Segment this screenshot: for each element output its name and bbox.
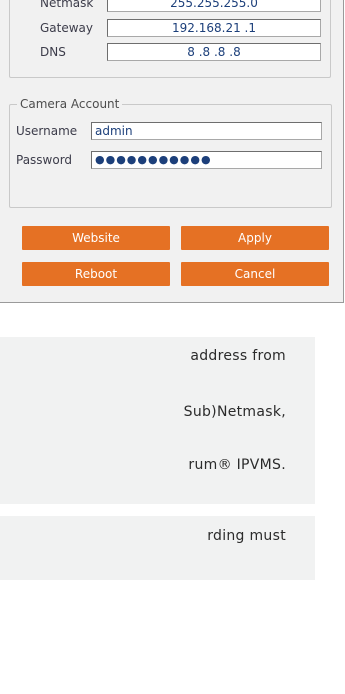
netmask-label: Netmask bbox=[40, 0, 94, 10]
cancel-button[interactable]: Cancel bbox=[181, 262, 329, 286]
dns-field[interactable]: 8 .8 .8 .8 bbox=[107, 43, 321, 61]
camera-account-title: Camera Account bbox=[17, 97, 123, 111]
username-label: Username bbox=[16, 124, 78, 138]
doc-line-4: rding must bbox=[207, 528, 286, 544]
document-note-block-2: rding must bbox=[0, 516, 315, 580]
username-field[interactable]: admin bbox=[91, 122, 322, 140]
doc-line-2: Sub)Netmask, bbox=[183, 404, 286, 420]
dns-label: DNS bbox=[40, 45, 66, 59]
camera-settings-panel: Netmask 255.255.255.0 Gateway 192.168.21… bbox=[0, 0, 344, 303]
netmask-field[interactable]: 255.255.255.0 bbox=[107, 0, 321, 12]
website-button[interactable]: Website bbox=[22, 226, 170, 250]
gateway-label: Gateway bbox=[40, 21, 94, 35]
apply-button[interactable]: Apply bbox=[181, 226, 329, 250]
doc-line-3: rum® IPVMS. bbox=[188, 457, 286, 473]
network-groupbox: Netmask 255.255.255.0 Gateway 192.168.21… bbox=[9, 0, 331, 78]
reboot-button[interactable]: Reboot bbox=[22, 262, 170, 286]
gateway-field[interactable]: 192.168.21 .1 bbox=[107, 19, 321, 37]
document-note-block-1: address from Sub)Netmask, rum® IPVMS. bbox=[0, 337, 315, 504]
camera-account-groupbox: Camera Account Username admin Password ●… bbox=[9, 97, 332, 208]
doc-line-1: address from bbox=[190, 348, 286, 364]
password-field[interactable]: ●●●●●●●●●●● bbox=[91, 151, 322, 169]
password-label: Password bbox=[16, 153, 73, 167]
